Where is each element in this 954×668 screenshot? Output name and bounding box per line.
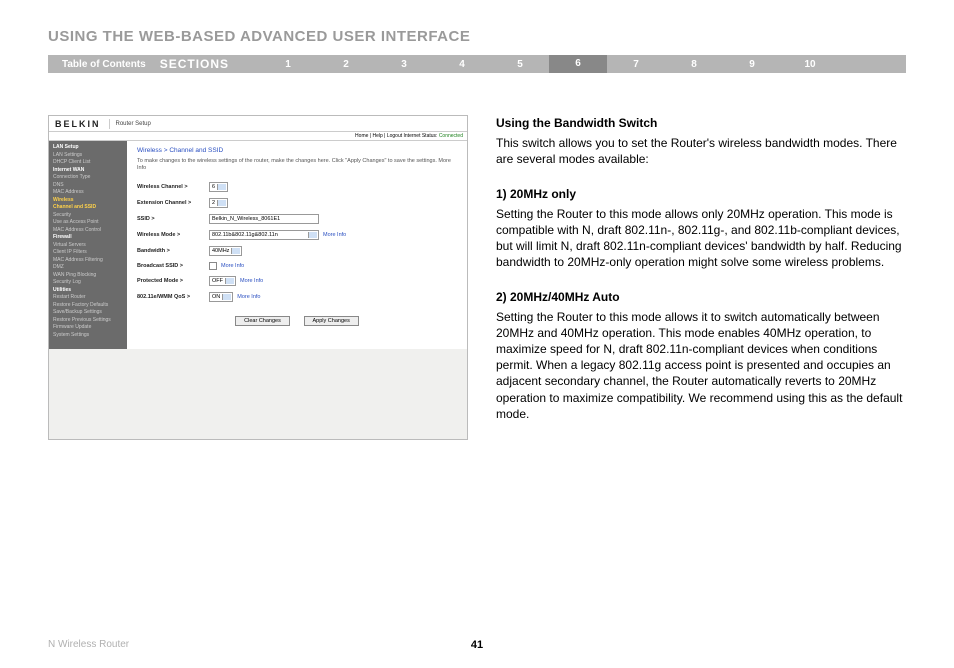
sidebar: LAN SetupLAN SettingsDHCP Client ListInt…: [49, 141, 127, 349]
sidebar-item[interactable]: Restore Previous Settings: [49, 317, 127, 325]
body-text: Using the Bandwidth Switch This switch a…: [496, 115, 906, 440]
breadcrumb: Wireless > Channel and SSID: [137, 147, 457, 154]
bandwidth-select[interactable]: 40MHz: [209, 246, 242, 256]
nav-sections-label: SECTIONS: [160, 57, 259, 71]
para-intro: This switch allows you to set the Router…: [496, 135, 906, 167]
sidebar-item[interactable]: DNS: [49, 182, 127, 190]
sidebar-item[interactable]: LAN Setup: [49, 144, 127, 152]
subheading-auto: 2) 20MHz/40MHz Auto: [496, 289, 906, 305]
sidebar-item[interactable]: Firewall: [49, 234, 127, 242]
panel-note: To make changes to the wireless settings…: [137, 158, 457, 172]
sidebar-item[interactable]: Connection Type: [49, 174, 127, 182]
section-navbar: Table of Contents SECTIONS 1 2 3 4 5 6 7…: [48, 55, 906, 73]
sidebar-item[interactable]: Save/Backup Settings: [49, 309, 127, 317]
row-wmm-qos: 802.11e/WMM QoS > ON More Info: [137, 292, 457, 302]
row-protected-mode: Protected Mode > OFF More Info: [137, 276, 457, 286]
nav-toc[interactable]: Table of Contents: [48, 59, 160, 70]
sidebar-item[interactable]: DHCP Client List: [49, 159, 127, 167]
protected-mode-select[interactable]: OFF: [209, 276, 236, 286]
sidebar-item[interactable]: Restore Factory Defaults: [49, 302, 127, 310]
sidebar-item[interactable]: DMZ: [49, 264, 127, 272]
brand-logo: BELKIN: [55, 119, 110, 129]
sidebar-item[interactable]: Utilities: [49, 287, 127, 295]
router-ui-screenshot: BELKIN Router Setup Home | Help | Logout…: [48, 115, 468, 440]
internet-status: Connected: [439, 133, 463, 139]
more-info-link[interactable]: More Info: [323, 232, 346, 238]
para-20mhz: Setting the Router to this mode allows o…: [496, 206, 906, 271]
sidebar-item[interactable]: Firmware Update: [49, 324, 127, 332]
subheading-20mhz: 1) 20MHz only: [496, 186, 906, 202]
router-setup-label: Router Setup: [110, 121, 151, 127]
sidebar-item[interactable]: Client IP Filters: [49, 249, 127, 257]
top-links-text[interactable]: Home | Help | Logout Internet Status:: [355, 133, 437, 139]
apply-changes-button[interactable]: Apply Changes: [304, 316, 359, 326]
main-panel: Wireless > Channel and SSID To make chan…: [127, 141, 467, 349]
nav-4[interactable]: 4: [433, 59, 491, 70]
para-auto: Setting the Router to this mode allows i…: [496, 309, 906, 422]
nav-1[interactable]: 1: [259, 59, 317, 70]
sidebar-item[interactable]: MAC Address Control: [49, 227, 127, 235]
nav-6[interactable]: 6: [549, 55, 607, 73]
wireless-channel-select[interactable]: 6: [209, 182, 228, 192]
page-number: 41: [471, 639, 483, 651]
nav-3[interactable]: 3: [375, 59, 433, 70]
more-info-link[interactable]: More Info: [240, 278, 263, 284]
nav-8[interactable]: 8: [665, 59, 723, 70]
footer-product: N Wireless Router: [48, 639, 129, 650]
sidebar-item[interactable]: WAN Ping Blocking: [49, 272, 127, 280]
row-bandwidth: Bandwidth > 40MHz: [137, 246, 457, 256]
sidebar-item[interactable]: Use as Access Point: [49, 219, 127, 227]
more-info-link[interactable]: More Info: [221, 263, 244, 269]
sidebar-item[interactable]: Internet WAN: [49, 167, 127, 175]
page-title: USING THE WEB-BASED ADVANCED USER INTERF…: [48, 28, 906, 45]
top-links: Home | Help | Logout Internet Status: Co…: [49, 132, 467, 141]
wireless-mode-select[interactable]: 802.11b&802.11g&802.11n: [209, 230, 319, 240]
more-info-link[interactable]: More Info: [237, 294, 260, 300]
sidebar-item[interactable]: Virtual Servers: [49, 242, 127, 250]
nav-2[interactable]: 2: [317, 59, 375, 70]
sidebar-item[interactable]: MAC Address: [49, 189, 127, 197]
row-wireless-mode: Wireless Mode > 802.11b&802.11g&802.11n …: [137, 230, 457, 240]
sidebar-item[interactable]: Restart Router: [49, 294, 127, 302]
nav-9[interactable]: 9: [723, 59, 781, 70]
row-broadcast-ssid: Broadcast SSID > More Info: [137, 262, 457, 270]
nav-5[interactable]: 5: [491, 59, 549, 70]
row-ssid: SSID > Belkin_N_Wireless_8061E1: [137, 214, 457, 224]
heading-bandwidth-switch: Using the Bandwidth Switch: [496, 115, 906, 131]
sidebar-item[interactable]: MAC Address Filtering: [49, 257, 127, 265]
nav-7[interactable]: 7: [607, 59, 665, 70]
nav-10[interactable]: 10: [781, 59, 839, 70]
row-wireless-channel: Wireless Channel > 6: [137, 182, 457, 192]
clear-changes-button[interactable]: Clear Changes: [235, 316, 290, 326]
broadcast-ssid-checkbox[interactable]: [209, 262, 217, 270]
ssid-input[interactable]: Belkin_N_Wireless_8061E1: [209, 214, 319, 224]
sidebar-item[interactable]: Channel and SSID: [49, 204, 127, 212]
sidebar-item[interactable]: Wireless: [49, 197, 127, 205]
extension-channel-select[interactable]: 2: [209, 198, 228, 208]
row-extension-channel: Extension Channel > 2: [137, 198, 457, 208]
wmm-qos-select[interactable]: ON: [209, 292, 233, 302]
sidebar-item[interactable]: Security: [49, 212, 127, 220]
sidebar-item[interactable]: Security Log: [49, 279, 127, 287]
sidebar-item[interactable]: LAN Settings: [49, 152, 127, 160]
sidebar-item[interactable]: System Settings: [49, 332, 127, 340]
